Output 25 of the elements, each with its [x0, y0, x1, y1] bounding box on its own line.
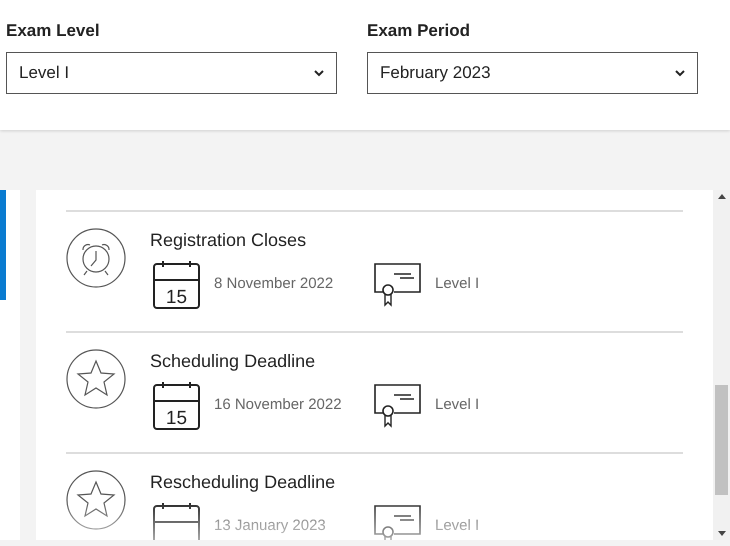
event-date: 16 November 2022	[214, 395, 343, 416]
chevron-down-icon	[314, 70, 324, 76]
select-field[interactable]: Level I	[6, 52, 337, 94]
chevron-down-icon	[675, 70, 685, 76]
event-title: Registration Closes	[150, 229, 306, 252]
certificate-icon	[374, 504, 422, 540]
exam-level: Level I	[435, 516, 480, 536]
exam-level: Level I	[435, 395, 480, 416]
event-title: Rescheduling Deadline	[150, 471, 336, 494]
scrollbar-thumb[interactable]	[715, 385, 728, 495]
scroll-down-icon[interactable]	[718, 531, 726, 536]
event-title: Scheduling Deadline	[150, 350, 316, 373]
field-label: Exam Period	[367, 20, 470, 42]
field-label: Exam Level	[6, 20, 100, 42]
scroll-up-icon[interactable]	[718, 194, 726, 199]
exam-level: Level I	[435, 274, 480, 294]
calendar-icon: 15	[153, 260, 200, 309]
certificate-icon	[374, 262, 422, 307]
calendar-icon	[153, 502, 200, 540]
alarm-clock-icon	[66, 228, 126, 288]
calendar-icon: 15	[153, 381, 200, 430]
select-field[interactable]: February 2023	[367, 52, 698, 94]
event-date: 8 November 2022	[214, 274, 334, 294]
certificate-icon	[374, 383, 422, 428]
event-date: 13 January 2023	[214, 516, 327, 536]
